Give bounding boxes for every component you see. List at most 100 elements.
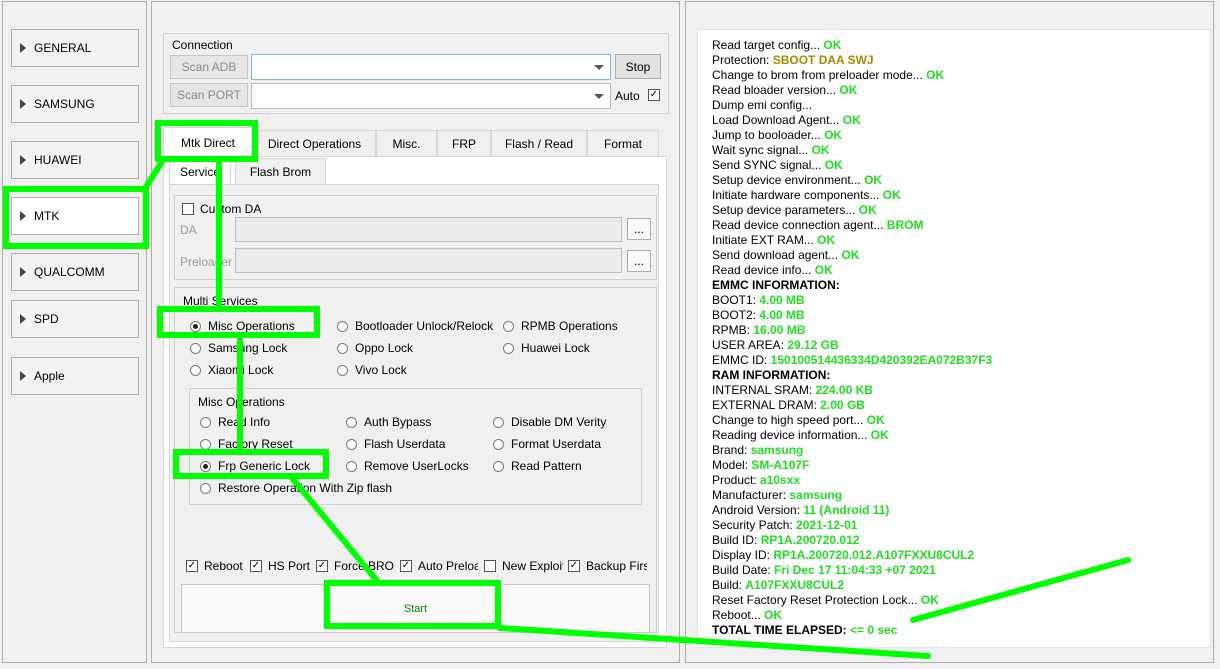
sidebar-item-qualcomm[interactable]: QUALCOMM bbox=[11, 253, 139, 291]
new-exploit-checkbox[interactable]: New Exploit bbox=[484, 559, 563, 573]
tab-label: FRP bbox=[452, 136, 476, 151]
log-text: Protection: bbox=[712, 53, 773, 67]
tab-flash-read[interactable]: Flash / Read bbox=[491, 130, 587, 156]
log-text: Change to brom from preloader mode... bbox=[712, 68, 927, 82]
log-value: OK bbox=[920, 593, 939, 607]
radio-flash-userdata[interactable]: Flash Userdata bbox=[346, 437, 445, 451]
sidebar-item-samsung[interactable]: SAMSUNG bbox=[11, 85, 139, 123]
log-text: USER AREA: bbox=[712, 338, 788, 352]
radio-dot bbox=[337, 364, 348, 376]
sidebar-item-mtk[interactable]: MTK bbox=[11, 197, 139, 235]
checkmark-icon: ✓ bbox=[250, 560, 262, 572]
log-text: Send SYNC signal... bbox=[712, 158, 825, 172]
da-path-field[interactable] bbox=[235, 217, 622, 242]
scan-adb-button[interactable]: Scan ADB bbox=[170, 55, 248, 79]
sidebar-item-general[interactable]: GENERAL bbox=[11, 29, 139, 67]
radio-dot bbox=[346, 460, 357, 472]
chevron-down-icon bbox=[594, 65, 604, 70]
sidebar-item-label: SAMSUNG bbox=[34, 97, 95, 111]
tab-frp[interactable]: FRP bbox=[437, 130, 491, 156]
log-value: 11 (Android 11) bbox=[803, 503, 890, 517]
tab-format[interactable]: Format bbox=[587, 130, 659, 156]
log-line: Build ID: RP1A.200720.012 bbox=[712, 533, 1210, 548]
tab-mtk-direct[interactable]: Mtk Direct bbox=[163, 127, 253, 157]
radio-oppo-lock[interactable]: Oppo Lock bbox=[337, 341, 413, 355]
sidebar-item-huawei[interactable]: HUAWEI bbox=[11, 141, 139, 179]
sidebar-item-apple[interactable]: Apple bbox=[11, 357, 139, 395]
radio-read-pattern[interactable]: Read Pattern bbox=[493, 459, 582, 473]
radio-rpmb-operations[interactable]: RPMB Operations bbox=[503, 319, 618, 333]
log-value: A107FXXU8CUL2 bbox=[745, 578, 845, 592]
radio-remove-userlocks[interactable]: Remove UserLocks bbox=[346, 459, 469, 473]
misc-operations-title: Misc Operations bbox=[198, 395, 285, 409]
log-text: Android Version: bbox=[712, 503, 804, 517]
preloader-browse-button[interactable]: ... bbox=[627, 250, 651, 272]
log-line: Read device connection agent... BROM bbox=[712, 218, 1210, 233]
log-text: Reset Factory Reset Protection Lock... bbox=[712, 593, 921, 607]
reboot-checkbox[interactable]: ✓ Reboot bbox=[186, 559, 250, 573]
sidebar-item-spd[interactable]: SPD bbox=[11, 300, 139, 338]
subtab-label: Service bbox=[179, 164, 220, 179]
radio-restore-zip[interactable]: Restore Operation With Zip flash bbox=[200, 481, 392, 495]
log-text: Read device connection agent... bbox=[712, 218, 887, 232]
log-value: OK bbox=[870, 428, 889, 442]
log-value: BROM bbox=[886, 218, 924, 232]
hs-port-checkbox[interactable]: ✓ HS Port bbox=[250, 559, 315, 573]
log-value: OK bbox=[839, 83, 858, 97]
radio-bootloader-unlock[interactable]: Bootloader Unlock/Relock bbox=[337, 319, 493, 333]
radio-label: Factory Reset bbox=[218, 437, 293, 451]
radio-frp-generic-lock[interactable]: Frp Generic Lock bbox=[200, 459, 310, 473]
da-browse-button[interactable]: ... bbox=[627, 218, 651, 240]
force-brom-checkbox[interactable]: ✓ Force BROM bbox=[316, 559, 395, 573]
auto-preloader-checkbox[interactable]: ✓ Auto Preloader bbox=[400, 559, 478, 573]
custom-da-checkbox[interactable]: Custom DA bbox=[182, 202, 261, 216]
radio-disable-dm-verity[interactable]: Disable DM Verity bbox=[493, 415, 606, 429]
radio-label: Bootloader Unlock/Relock bbox=[355, 319, 494, 333]
port-select[interactable] bbox=[251, 83, 611, 109]
log-line: INTERNAL SRAM: 224.00 KB bbox=[712, 383, 1210, 398]
log-text: BOOT1: bbox=[712, 293, 760, 307]
log-value: 4.00 MB bbox=[759, 308, 805, 322]
log-text: Read target config... bbox=[712, 38, 824, 52]
log-text: Load Download Agent... bbox=[712, 113, 843, 127]
auto-label: Auto bbox=[615, 89, 640, 103]
subtab-flash-brom[interactable]: Flash Brom bbox=[235, 158, 326, 184]
radio-samsung-lock[interactable]: Samsung Lock bbox=[190, 341, 287, 355]
radio-vivo-lock[interactable]: Vivo Lock bbox=[337, 363, 407, 377]
radio-dot bbox=[200, 482, 211, 494]
adb-device-select[interactable] bbox=[251, 54, 611, 80]
log-text: Build ID: bbox=[712, 533, 761, 547]
radio-dot bbox=[346, 438, 357, 450]
log-line: USER AREA: 29.12 GB bbox=[712, 338, 1210, 353]
subtab-service[interactable]: Service bbox=[169, 158, 231, 184]
checkbox-box bbox=[182, 203, 194, 215]
log-text: Read bloader version... bbox=[712, 83, 840, 97]
radio-huawei-lock[interactable]: Huawei Lock bbox=[503, 341, 590, 355]
radio-label: Frp Generic Lock bbox=[218, 459, 311, 473]
auto-checkbox[interactable]: ✓ bbox=[648, 89, 666, 101]
start-button[interactable]: Start bbox=[181, 584, 650, 633]
tab-misc[interactable]: Misc. bbox=[376, 130, 437, 156]
log-text: Change to high speed port... bbox=[712, 413, 867, 427]
radio-read-info[interactable]: Read Info bbox=[200, 415, 270, 429]
stop-button[interactable]: Stop bbox=[615, 54, 661, 79]
radio-factory-reset[interactable]: Factory Reset bbox=[200, 437, 293, 451]
scan-port-button[interactable]: Scan PORT bbox=[170, 83, 248, 107]
log-line: Read device info... OK bbox=[712, 263, 1210, 278]
tab-label: Misc. bbox=[392, 136, 421, 151]
tab-direct-operations[interactable]: Direct Operations bbox=[253, 130, 376, 156]
preloader-path-field[interactable] bbox=[235, 248, 622, 273]
log-line: Display ID: RP1A.200720.012.A107FXXU8CUL… bbox=[712, 548, 1210, 563]
checkbox-label: New Exploit bbox=[502, 559, 563, 573]
log-text: Product: bbox=[712, 473, 761, 487]
radio-format-userdata[interactable]: Format Userdata bbox=[493, 437, 601, 451]
sidebar-item-label: GENERAL bbox=[34, 41, 92, 55]
checkmark-icon: ✓ bbox=[316, 560, 328, 572]
log-value: samsung bbox=[750, 443, 804, 457]
radio-label: Remove UserLocks bbox=[364, 459, 469, 473]
radio-auth-bypass[interactable]: Auth Bypass bbox=[346, 415, 431, 429]
radio-xiaomi-lock[interactable]: Xiaomi Lock bbox=[190, 363, 273, 377]
radio-misc-operations[interactable]: Misc Operations bbox=[190, 319, 295, 333]
radio-dot bbox=[337, 342, 348, 354]
backup-first-checkbox[interactable]: ✓ Backup First bbox=[568, 559, 647, 573]
